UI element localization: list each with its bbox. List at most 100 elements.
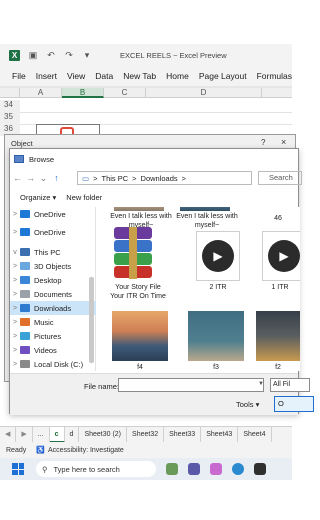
file-label[interactable]: f3 bbox=[188, 363, 244, 371]
nav-item-videos[interactable]: > Videos bbox=[10, 343, 96, 357]
expand-chevron-icon[interactable]: > bbox=[10, 361, 20, 368]
tab-file[interactable]: File bbox=[0, 71, 31, 81]
file-label[interactable]: 1 ITR bbox=[256, 283, 300, 292]
tools-button[interactable]: Tools ▾ bbox=[236, 400, 259, 409]
nav-item-documents[interactable]: > Documents bbox=[10, 287, 96, 301]
image-thumbnail[interactable] bbox=[188, 311, 244, 361]
sheet-tab-sheet32[interactable]: Sheet32 bbox=[127, 426, 165, 443]
tab-home[interactable]: Home bbox=[161, 71, 194, 81]
windows-start-icon[interactable] bbox=[12, 463, 24, 475]
column-header-b[interactable]: B bbox=[62, 88, 104, 98]
file-label[interactable]: Even I talk less with myself~ bbox=[176, 212, 238, 230]
breadcrumb-this-pc[interactable]: This PC bbox=[101, 174, 128, 183]
column-header-a[interactable]: A bbox=[20, 88, 62, 98]
edge-browser-icon[interactable] bbox=[232, 463, 244, 475]
tab-new-tab[interactable]: New Tab bbox=[118, 71, 161, 81]
breadcrumb-downloads[interactable]: Downloads bbox=[141, 174, 178, 183]
nav-item-desktop[interactable]: > Desktop bbox=[10, 273, 96, 287]
file-thumbnail[interactable] bbox=[180, 207, 230, 211]
nav-scrollbar[interactable] bbox=[89, 277, 94, 363]
recent-chevron-icon[interactable]: ⌄ bbox=[38, 173, 49, 184]
expand-chevron-icon[interactable]: > bbox=[10, 305, 20, 312]
sheet-scroll-right-icon[interactable]: ▶ bbox=[16, 426, 33, 443]
tab-data[interactable]: Data bbox=[90, 71, 118, 81]
file-thumbnail[interactable] bbox=[114, 207, 164, 211]
column-header-d[interactable]: D bbox=[146, 88, 262, 98]
expand-chevron-icon[interactable]: > bbox=[10, 291, 20, 298]
expand-chevron-icon[interactable]: > bbox=[10, 277, 20, 284]
sheet-tab-c[interactable]: c bbox=[49, 426, 65, 443]
browse-dialog: Browse ← → ⌄ ↑ ▭ > This PC > Downloads >… bbox=[9, 148, 314, 415]
nav-item-3d-objects[interactable]: > 3D Objects bbox=[10, 259, 96, 273]
app-icon[interactable] bbox=[254, 463, 266, 475]
expand-chevron-icon[interactable]: > bbox=[10, 229, 20, 236]
excel-title-bar: X ▣ ↶ ↷ ▾ EXCEL REELS ~ Excel Preview bbox=[0, 44, 292, 66]
expand-chevron-icon[interactable]: > bbox=[10, 347, 20, 354]
save-icon[interactable]: ▣ bbox=[28, 50, 38, 60]
up-arrow-icon[interactable]: ↑ bbox=[51, 173, 62, 183]
sheet-tab-overflow[interactable]: ... bbox=[33, 426, 50, 443]
back-arrow-icon[interactable]: ← bbox=[12, 173, 23, 183]
sheet-tab-d[interactable]: d bbox=[65, 426, 80, 443]
address-box[interactable]: ▭ > This PC > Downloads > bbox=[77, 171, 252, 185]
select-all-corner[interactable] bbox=[0, 88, 20, 98]
sheet-tab-sheet30-2[interactable]: Sheet30 (2) bbox=[79, 426, 128, 443]
file-name-input[interactable] bbox=[118, 378, 264, 392]
sheet-tab-sheet43[interactable]: Sheet43 bbox=[201, 426, 239, 443]
tab-page-layout[interactable]: Page Layout bbox=[194, 71, 252, 81]
windows-taskbar: ⚲ Type here to search bbox=[0, 458, 292, 480]
nav-item-local-disk[interactable]: > Local Disk (C:) bbox=[10, 357, 96, 371]
help-button[interactable]: ? bbox=[261, 138, 265, 147]
dropdown-chevron-icon[interactable]: ▼ bbox=[258, 381, 264, 387]
expand-chevron-icon[interactable]: > bbox=[10, 333, 20, 340]
redo-icon[interactable]: ↷ bbox=[64, 50, 74, 60]
row-header-34[interactable]: 34 bbox=[0, 100, 20, 112]
nav-item-this-pc[interactable]: v This PC bbox=[10, 245, 96, 259]
tab-formulas[interactable]: Formulas bbox=[252, 71, 297, 81]
image-thumbnail[interactable] bbox=[112, 311, 168, 361]
forward-arrow-icon[interactable]: → bbox=[25, 173, 36, 183]
nav-item-pictures[interactable]: > Pictures bbox=[10, 329, 96, 343]
drive-icon bbox=[20, 360, 30, 368]
music-icon bbox=[20, 318, 30, 326]
nav-label: Music bbox=[34, 317, 54, 327]
file-type-filter[interactable]: All Fil bbox=[270, 378, 310, 392]
taskbar-search-box[interactable]: ⚲ Type here to search bbox=[36, 461, 156, 477]
file-label[interactable]: 2 ITR bbox=[188, 283, 248, 292]
task-view-icon[interactable] bbox=[188, 463, 200, 475]
customize-qat-icon[interactable]: ▾ bbox=[82, 50, 92, 60]
file-label[interactable]: Your Story File Your ITR On Time bbox=[108, 283, 168, 301]
nav-item-downloads[interactable]: > Downloads bbox=[10, 301, 96, 315]
winrar-archive-icon[interactable] bbox=[114, 227, 152, 281]
organize-button[interactable]: Organize ▾ bbox=[20, 193, 56, 202]
file-label[interactable]: f4 bbox=[112, 363, 168, 371]
image-thumbnail[interactable] bbox=[256, 311, 300, 361]
collapse-chevron-icon[interactable]: v bbox=[10, 249, 20, 256]
sheet-scroll-left-icon[interactable]: ◀ bbox=[0, 426, 17, 443]
column-header-c[interactable]: C bbox=[104, 88, 146, 98]
accessibility-status[interactable]: Accessibility: Investigate bbox=[48, 447, 124, 454]
file-label[interactable]: 46 bbox=[248, 214, 300, 223]
file-label[interactable]: f2 bbox=[256, 363, 300, 371]
accessibility-icon: ♿ bbox=[36, 447, 45, 454]
sheet-tab-sheet33[interactable]: Sheet33 bbox=[164, 426, 202, 443]
tab-insert[interactable]: Insert bbox=[31, 71, 62, 81]
expand-chevron-icon[interactable]: > bbox=[10, 211, 20, 218]
news-widget-icon[interactable] bbox=[166, 463, 178, 475]
tab-view[interactable]: View bbox=[62, 71, 90, 81]
play-icon: ▶ bbox=[268, 240, 300, 272]
nav-item-onedrive-2[interactable]: > OneDrive bbox=[10, 225, 96, 239]
copilot-icon[interactable] bbox=[210, 463, 222, 475]
new-folder-button[interactable]: New folder bbox=[66, 193, 102, 202]
row-header-35[interactable]: 35 bbox=[0, 112, 20, 124]
sheet-tab-sheet4[interactable]: Sheet4 bbox=[238, 426, 272, 443]
nav-item-music[interactable]: > Music bbox=[10, 315, 96, 329]
undo-icon[interactable]: ↶ bbox=[46, 50, 56, 60]
close-icon[interactable]: × bbox=[281, 137, 286, 147]
nav-item-onedrive[interactable]: > OneDrive bbox=[10, 207, 96, 221]
nav-label: OneDrive bbox=[34, 209, 66, 219]
expand-chevron-icon[interactable]: > bbox=[10, 263, 20, 270]
open-button[interactable]: O bbox=[274, 396, 314, 412]
expand-chevron-icon[interactable]: > bbox=[10, 319, 20, 326]
search-input[interactable]: Search bbox=[258, 171, 302, 185]
